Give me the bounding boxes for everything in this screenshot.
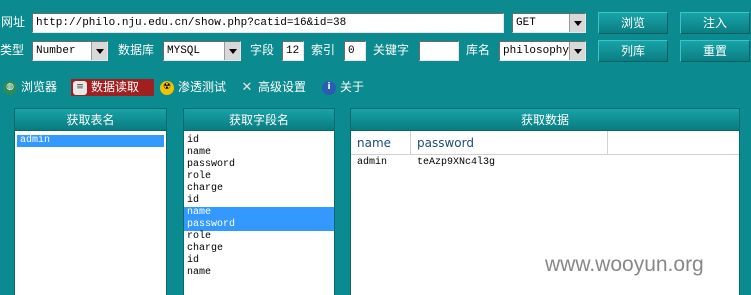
tab-browser[interactable]: ◍ 浏览器 (3, 79, 57, 96)
tab-label: 渗透测试 (178, 80, 227, 94)
inject-button[interactable]: 注入 (680, 12, 750, 34)
keyword-input[interactable] (419, 41, 459, 61)
browse-button[interactable]: 浏览 (598, 12, 668, 34)
keyword-label: 关键字 (373, 43, 410, 57)
list-item[interactable]: role (184, 231, 334, 243)
tab-label: 高级设置 (258, 80, 307, 94)
url-input[interactable]: http://philo.nju.edu.cn/show.php?catid=1… (32, 13, 504, 33)
tab-bar: ◍ 浏览器 ≡ 数据读取 ☢ 渗透测试 ✕ 高级设置 i 关于 (0, 79, 751, 96)
index-input[interactable]: 0 (344, 41, 366, 61)
cell-password: teAzp9XNc4l3g (417, 157, 496, 168)
tab-label: 关于 (340, 80, 365, 94)
tables-panel: 获取表名 admin (14, 108, 167, 295)
tab-label: 数据读取 (91, 80, 140, 94)
list-item[interactable]: role (184, 171, 334, 183)
type-label: 类型 (0, 43, 25, 57)
list-item[interactable]: name (184, 267, 334, 279)
reset-button[interactable]: 重置 (680, 40, 750, 62)
watermark-text: www.wooyun.org (545, 253, 704, 276)
database-label: 数据库 (118, 43, 155, 57)
list-item[interactable]: charge (184, 183, 334, 195)
fields-panel: 获取字段名 id name password role charge id na… (183, 108, 335, 295)
type-select[interactable]: Number (32, 41, 108, 61)
column-header-password[interactable]: password (411, 131, 608, 155)
tables-list: admin (15, 131, 166, 147)
type-value: Number (36, 45, 76, 57)
fields-label: 字段 (250, 43, 275, 57)
data-grid-header: name password (351, 131, 739, 155)
list-item[interactable]: admin (17, 135, 164, 147)
list-item[interactable]: password (184, 219, 334, 231)
list-item[interactable]: id (184, 255, 334, 267)
fields-list: id name password role charge id name pas… (184, 131, 334, 279)
list-item[interactable]: id (184, 135, 334, 147)
table-row[interactable]: admin teAzp9XNc4l3g (351, 155, 739, 171)
info-icon: i (322, 80, 336, 95)
dbname-label: 库名 (466, 43, 491, 57)
method-select[interactable]: GET (512, 13, 586, 33)
method-value: GET (516, 17, 536, 29)
tab-advanced-settings[interactable]: ✕ 高级设置 (240, 79, 306, 96)
list-item[interactable]: password (184, 159, 334, 171)
index-label: 索引 (311, 43, 336, 57)
chevron-down-icon (224, 42, 240, 60)
list-item[interactable]: charge (184, 243, 334, 255)
database-icon: ≡ (73, 80, 87, 95)
tab-label: 浏览器 (21, 80, 58, 94)
database-select[interactable]: MYSQL (163, 41, 241, 61)
dbname-value: philosophy (503, 45, 570, 57)
database-value: MYSQL (167, 45, 201, 57)
tables-panel-title: 获取表名 (15, 109, 166, 131)
list-item[interactable]: id (184, 195, 334, 207)
tools-icon: ✕ (241, 80, 253, 95)
fields-panel-title: 获取字段名 (184, 109, 334, 131)
list-item[interactable]: name (184, 147, 334, 159)
column-header-name[interactable]: name (351, 131, 411, 155)
fields-count-input[interactable]: 12 (282, 41, 304, 61)
chevron-down-icon (91, 42, 107, 60)
list-item[interactable]: name (184, 207, 334, 219)
data-panel-title: 获取数据 (351, 109, 739, 131)
radiation-icon: ☢ (160, 80, 174, 95)
chevron-down-icon (569, 42, 585, 60)
tab-about[interactable]: i 关于 (322, 79, 364, 96)
list-databases-button[interactable]: 列库 (598, 40, 668, 62)
cell-name: admin (357, 157, 388, 168)
globe-icon: ◍ (3, 80, 17, 95)
dbname-select[interactable]: philosophy (499, 41, 586, 61)
tab-data-read[interactable]: ≡ 数据读取 (71, 79, 154, 96)
url-label: 网址 (1, 15, 26, 29)
chevron-down-icon (569, 14, 585, 32)
tab-pentest[interactable]: ☢ 渗透测试 (160, 79, 226, 96)
